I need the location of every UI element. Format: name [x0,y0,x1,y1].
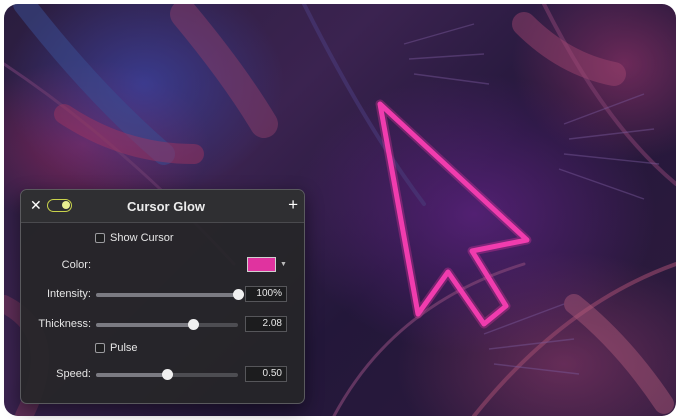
speed-slider-fill [96,373,167,377]
panel-title: Cursor Glow [126,199,205,214]
color-label: Color: [61,259,91,271]
color-swatch[interactable] [247,257,276,272]
intensity-slider-fill [96,293,238,297]
pulse-label: Pulse [110,342,138,354]
color-dropdown-caret-icon[interactable]: ▼ [280,261,287,268]
thickness-slider-fill [96,323,193,327]
plus-icon[interactable]: + [288,196,298,213]
speed-value-field[interactable]: 0.50 [245,366,287,382]
pulse-checkbox[interactable] [95,343,105,353]
intensity-slider[interactable] [96,289,244,300]
cursor-glow-panel: ✕ Cursor Glow + Show Cursor Color: ▼ Int… [20,189,305,404]
speed-slider[interactable] [96,369,238,380]
thickness-label: Thickness: [38,318,91,330]
close-icon[interactable]: ✕ [30,198,44,212]
thickness-slider-thumb[interactable] [187,319,199,330]
toggle-knob [62,201,70,209]
thickness-value-field[interactable]: 2.08 [245,316,287,332]
intensity-value-field[interactable]: 100% [245,286,287,302]
intensity-slider-thumb[interactable] [233,289,244,300]
speed-label: Speed: [56,368,91,380]
panel-header: ✕ Cursor Glow + [21,190,304,223]
speed-slider-thumb[interactable] [162,369,173,380]
thickness-slider[interactable] [96,319,238,330]
intensity-label: Intensity: [46,288,91,300]
show-cursor-checkbox[interactable] [95,233,105,243]
enable-toggle[interactable] [47,199,72,212]
show-cursor-label: Show Cursor [110,232,174,244]
